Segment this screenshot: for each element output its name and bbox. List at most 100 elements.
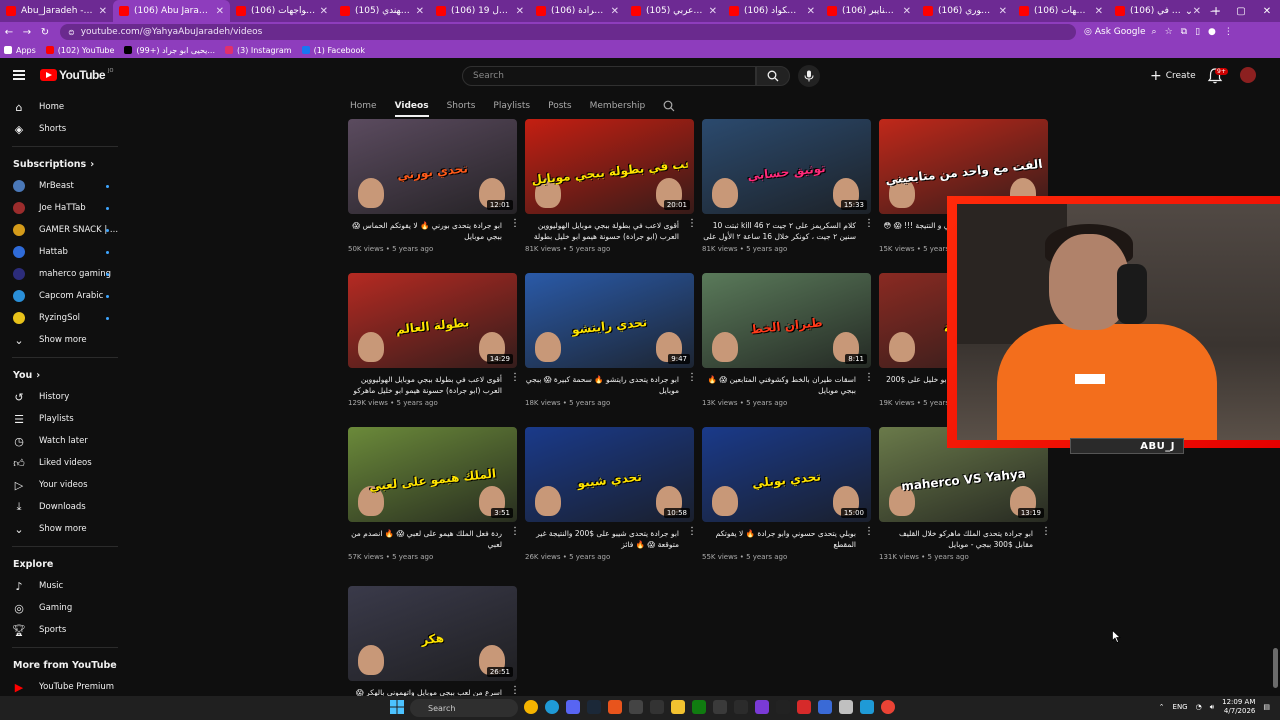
browser-tab[interactable]: (106) اللاعب الأسطوري ✕ bbox=[917, 0, 1013, 22]
maximize-button[interactable]: ▢ bbox=[1228, 6, 1254, 17]
subscription-item[interactable]: maherco gaming bbox=[0, 263, 130, 285]
minimize-button[interactable]: — bbox=[1202, 6, 1228, 17]
subscription-item[interactable]: Capcom Arabic bbox=[0, 285, 130, 307]
youtube-logo[interactable]: YouTube JO bbox=[40, 68, 113, 82]
split-icon[interactable]: ▯ bbox=[1195, 27, 1200, 37]
tab-close-icon[interactable]: ✕ bbox=[999, 6, 1007, 17]
tab-search-icon[interactable]: ⌄ bbox=[1176, 6, 1202, 17]
taskbar-search[interactable]: Search bbox=[410, 699, 518, 717]
volume-icon[interactable]: 🔊︎ bbox=[1210, 703, 1214, 712]
sidebar-item[interactable]: ◎ Gaming bbox=[0, 597, 130, 619]
video-thumbnail[interactable]: بطولة العالم 14:29 bbox=[348, 273, 517, 368]
show-more-button[interactable]: ⌄ Show more bbox=[0, 329, 130, 351]
video-title[interactable]: أقوى لاعب في بطولة ببجي موبايل الهوليووي… bbox=[348, 374, 502, 396]
video-thumbnail[interactable]: تحدي بورني 12:01 bbox=[348, 119, 517, 214]
subscriptions-heading[interactable]: Subscriptions › bbox=[0, 153, 130, 175]
tab-close-icon[interactable]: ✕ bbox=[99, 6, 107, 17]
app-icon-10[interactable] bbox=[713, 700, 727, 714]
app-icon-14[interactable] bbox=[797, 700, 811, 714]
notification-center-icon[interactable]: ▤ bbox=[1263, 703, 1270, 711]
browser-tab[interactable]: (106) كونكر خلال 19 ✕ bbox=[430, 0, 530, 22]
video-thumbnail[interactable]: تحدي بوبلي 15:00 bbox=[702, 427, 871, 522]
chrome-active-icon[interactable] bbox=[881, 700, 895, 714]
chrome-app-icon[interactable] bbox=[524, 700, 538, 714]
subscription-item[interactable]: Joe HaTTab bbox=[0, 197, 130, 219]
tab-close-icon[interactable]: ✕ bbox=[516, 6, 524, 17]
channel-tab[interactable]: Home bbox=[350, 101, 377, 111]
video-card[interactable]: طيران الخط 8:11 اسقات طيران بالخط وكشوفني … bbox=[702, 273, 874, 407]
scrollbar-thumb[interactable] bbox=[1273, 648, 1278, 688]
app-icon-6[interactable] bbox=[629, 700, 643, 714]
video-card[interactable]: تحدي بورني 12:01 ابو جرادة يتحدى بورني 🔥 ل… bbox=[348, 119, 520, 253]
video-thumbnail[interactable]: تحدي شيبو 10:58 bbox=[525, 427, 694, 522]
subscription-item[interactable]: GAMER SNACK | ... bbox=[0, 219, 130, 241]
video-title[interactable]: ابو جرادة يتحدى بورني 🔥 لا يفوتكم الحماس… bbox=[348, 220, 502, 242]
browser-tab[interactable]: (106) مواجهة ابو جرادة ✕ bbox=[530, 0, 625, 22]
app-icon-11[interactable] bbox=[734, 700, 748, 714]
video-title[interactable]: بوبلي يتحدى حسوني وابو جرادة 🔥 لا يفوتكم… bbox=[702, 528, 856, 550]
channel-tab[interactable]: Playlists bbox=[493, 101, 530, 111]
reload-icon[interactable]: ↻ bbox=[36, 27, 54, 38]
sidebar-item[interactable]: 👍︎ Liked videos bbox=[0, 452, 130, 474]
voice-search-button[interactable] bbox=[798, 65, 820, 87]
more-actions-icon[interactable]: ⋮ bbox=[864, 527, 874, 537]
xbox-app-icon[interactable] bbox=[692, 700, 706, 714]
more-actions-icon[interactable]: ⋮ bbox=[687, 373, 697, 383]
channel-tab[interactable]: Videos bbox=[394, 101, 429, 117]
clock[interactable]: 12:09 AM 4/7/2026 bbox=[1222, 698, 1255, 716]
video-title[interactable]: كلام السكريمز على ٢ جيت ٢ kill 46 ثبتت 1… bbox=[702, 220, 856, 242]
sidebar-item[interactable]: ☰ Playlists bbox=[0, 408, 130, 430]
tray-chevron-icon[interactable]: ⌃ bbox=[1159, 703, 1165, 711]
more-actions-icon[interactable]: ⋮ bbox=[864, 373, 874, 383]
site-info-icon[interactable]: ⊜ bbox=[68, 28, 75, 37]
discord-app-icon[interactable] bbox=[566, 700, 580, 714]
forward-icon[interactable]: → bbox=[18, 27, 36, 38]
browser-tab[interactable]: (106) أقوى المواجهات ✕ bbox=[1013, 0, 1109, 22]
profile-avatar[interactable]: ● bbox=[1208, 27, 1216, 37]
browser-tab[interactable]: (105) نصار ابن عربي ✕ bbox=[625, 0, 723, 22]
page-scrollbar[interactable] bbox=[1272, 60, 1280, 696]
bookmark-item[interactable]: (3) Instagram bbox=[225, 46, 292, 55]
ask-google-button[interactable]: ◎ Ask Google bbox=[1084, 27, 1146, 37]
app-icon-7[interactable] bbox=[650, 700, 664, 714]
browser-tab[interactable]: (106) أقوى خطة سنايبر ✕ bbox=[821, 0, 917, 22]
more-actions-icon[interactable]: ⋮ bbox=[864, 219, 874, 229]
tab-close-icon[interactable]: ✕ bbox=[807, 6, 815, 17]
search-input[interactable]: Search bbox=[462, 66, 756, 86]
channel-tab[interactable]: Shorts bbox=[447, 101, 476, 111]
more-actions-icon[interactable]: ⋮ bbox=[510, 219, 520, 229]
browser-tab[interactable]: (106) Abu Jaradeh - Y ✕ bbox=[113, 0, 230, 22]
sidebar-item[interactable]: ◈ Shorts bbox=[0, 118, 130, 140]
video-card[interactable]: تحدي بوبلي 15:00 بوبلي يتحدى حسوني وابو جر… bbox=[702, 427, 874, 561]
edge-app-icon[interactable] bbox=[545, 700, 559, 714]
video-card[interactable]: الملك هيمو على لعبي 3:51 ردة فعل الملك هيم… bbox=[348, 427, 520, 561]
tab-close-icon[interactable]: ✕ bbox=[216, 6, 224, 17]
more-actions-icon[interactable]: ⋮ bbox=[687, 527, 697, 537]
channel-tab[interactable]: Posts bbox=[548, 101, 572, 111]
sidebar-item[interactable]: ♪ Music bbox=[0, 575, 130, 597]
video-title[interactable]: اسقات طيران بالخط وكشوفني المتابعين 😱 🔥 … bbox=[702, 374, 856, 396]
bookmark-star-icon[interactable]: ☆ bbox=[1165, 27, 1173, 37]
url-field[interactable]: ⊜ youtube.com/@YahyaAbuJaradeh/videos bbox=[60, 24, 1076, 40]
video-thumbnail[interactable]: توثيق حسابي 15:33 bbox=[702, 119, 871, 214]
language-indicator[interactable]: ENG bbox=[1173, 703, 1188, 711]
browser-tab[interactable]: (106) أنا لوحدي سكواد ✕ bbox=[723, 0, 821, 22]
obs-app-icon[interactable] bbox=[608, 700, 622, 714]
video-card[interactable]: تحدي شيبو 10:58 ابو جرادة يتحدى شيبو على $… bbox=[525, 427, 697, 561]
video-thumbnail[interactable]: هكر 26:51 bbox=[348, 586, 517, 681]
subscription-item[interactable]: RyzingSol bbox=[0, 307, 130, 329]
search-button[interactable] bbox=[756, 66, 790, 86]
more-actions-icon[interactable]: ⋮ bbox=[510, 373, 520, 383]
video-card[interactable]: هكر 26:51 اسرع من لعب ببجي موبايل واتهموني… bbox=[348, 586, 520, 712]
tab-close-icon[interactable]: ✕ bbox=[416, 6, 424, 17]
file-explorer-icon[interactable] bbox=[671, 700, 685, 714]
sidebar-item[interactable]: ▶ YouTube Premium bbox=[0, 676, 130, 698]
video-title[interactable]: ابو جرادة يتحدى الملك ماهركو خلال القليف… bbox=[879, 528, 1033, 550]
tab-close-icon[interactable]: ✕ bbox=[320, 6, 328, 17]
windows-start-icon[interactable] bbox=[390, 700, 404, 714]
more-actions-icon[interactable]: ⋮ bbox=[687, 219, 697, 229]
sidebar-item[interactable]: ◷ Watch later bbox=[0, 430, 130, 452]
sidebar-item[interactable]: ▷ Your videos bbox=[0, 474, 130, 496]
close-window-button[interactable]: ✕ bbox=[1254, 6, 1280, 17]
menu-icon[interactable] bbox=[13, 70, 25, 80]
